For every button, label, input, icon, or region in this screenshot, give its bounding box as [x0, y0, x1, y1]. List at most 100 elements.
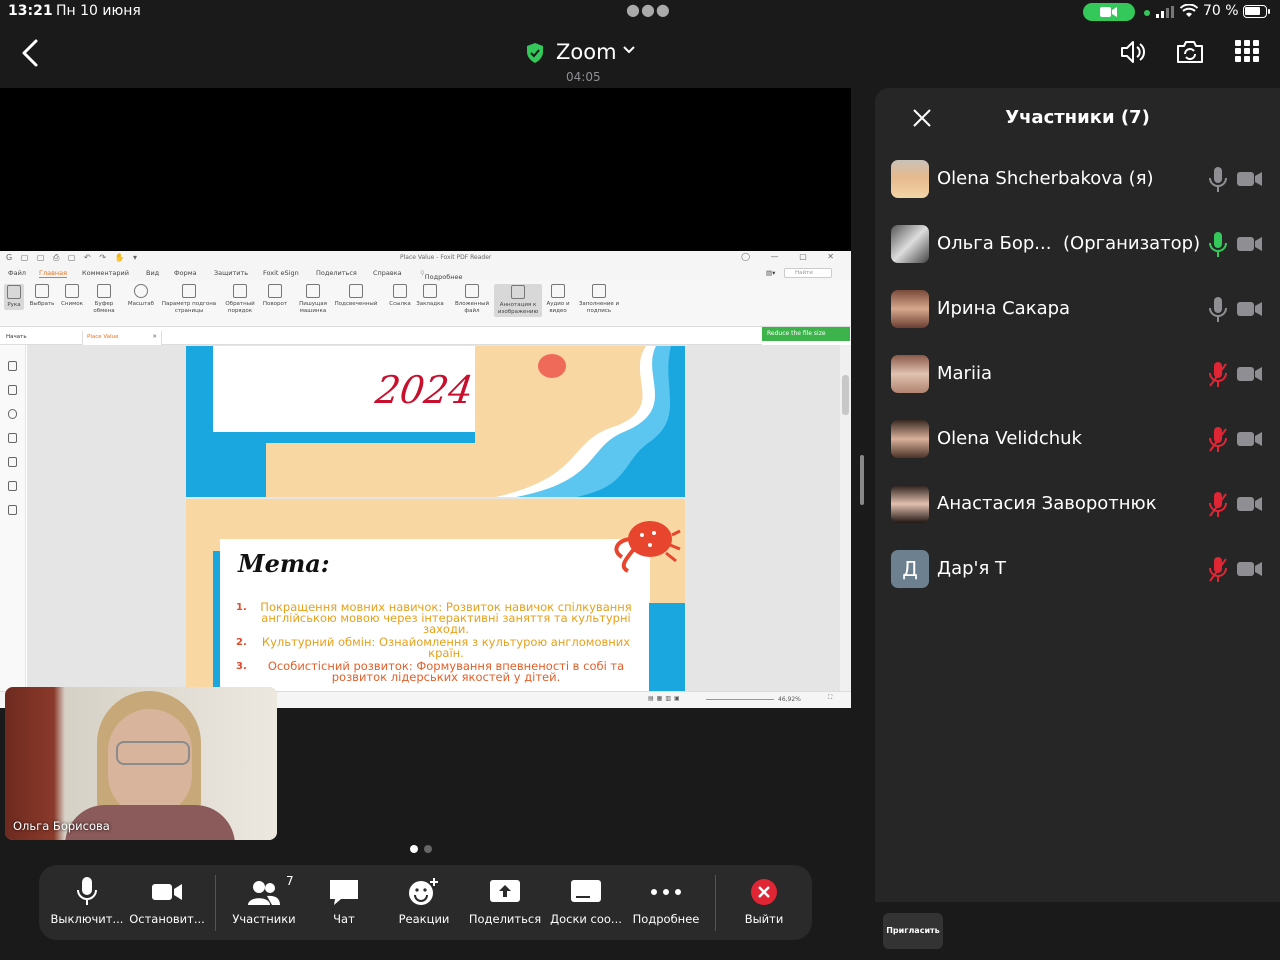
multitask-dots-icon[interactable]: ●●●	[626, 0, 671, 19]
participant-name: Анастасия Заворотнюк	[937, 493, 1157, 514]
snapshot-icon	[65, 284, 79, 298]
chat-button[interactable]: Чат	[304, 865, 384, 940]
ribbon-link-button[interactable]: Ссылка	[388, 284, 412, 308]
ribbon-label: Подсвеченный	[334, 301, 378, 307]
foxit-ribbon: Рука Выбрать Снимок Буфер обмена Масштаб…	[0, 281, 851, 327]
status-time: 13:21	[8, 3, 53, 19]
slide-right-bar	[649, 603, 685, 691]
reduce-file-size-button[interactable]: Reduce the file size	[762, 327, 850, 341]
layers-panel-icon[interactable]	[8, 433, 17, 443]
participant-name: Ирина Сакара	[937, 298, 1071, 319]
menu-protect[interactable]: Защитить	[214, 269, 248, 277]
camera-in-use-dot	[1144, 10, 1150, 16]
bookmark-icon	[423, 284, 437, 298]
ribbon-hand-button[interactable]: Рука	[4, 284, 24, 310]
window-controls: ◯ — ▢ ✕	[741, 252, 843, 261]
menu-home[interactable]: Главная	[39, 269, 68, 278]
wifi-icon	[1180, 4, 1198, 17]
ribbon-image-annot-button[interactable]: Аннотация к изображению	[494, 284, 542, 317]
back-chevron-icon[interactable]	[18, 38, 42, 68]
ribbon-snapshot-button[interactable]: Снимок	[58, 284, 86, 308]
avatar	[891, 225, 929, 263]
scroll-thumb[interactable]	[842, 375, 849, 415]
fullscreen-icon[interactable]: ⛶	[828, 694, 832, 702]
page-dot	[424, 845, 432, 853]
ribbon-zoom-button[interactable]: Масштаб	[126, 284, 156, 308]
camera-switch-icon[interactable]	[1175, 38, 1205, 66]
participant-row[interactable]: Анастасия Заворотнюк	[891, 485, 1271, 525]
more-dots-icon	[651, 889, 681, 895]
tab-place-value[interactable]: Place Value ✕	[82, 331, 162, 345]
app-name: Zoom	[556, 40, 617, 64]
ribbon-fit-page-button[interactable]: Параметр подгона страницы	[158, 284, 220, 315]
ribbon-fill-sign-button[interactable]: Заполнение и подпись	[578, 284, 620, 315]
microphone-muted-icon	[1209, 362, 1227, 387]
ribbon-rotate-button[interactable]: Поворот	[260, 284, 290, 308]
participant-row[interactable]: Olena Shcherbakova (я)	[891, 160, 1271, 200]
image-annotation-icon	[511, 285, 525, 299]
attachments-panel-icon[interactable]	[8, 457, 17, 467]
leave-button[interactable]: Выйти	[725, 865, 803, 940]
video-tile-name: Ольга Борисова	[13, 819, 110, 833]
menu-comment[interactable]: Комментарий	[82, 269, 129, 277]
whiteboards-button[interactable]: Доски соо...	[546, 865, 626, 940]
ribbon-label: Обратный порядок	[225, 301, 255, 314]
share-button[interactable]: Поделиться	[465, 865, 545, 940]
menu-esign[interactable]: Foxit eSign	[263, 269, 299, 277]
menu-form[interactable]: Форма	[174, 269, 197, 277]
menu-view[interactable]: Вид	[146, 269, 159, 277]
ribbon-select-button[interactable]: Выбрать	[28, 284, 56, 308]
ribbon-clipboard-button[interactable]: Буфер обмена	[88, 284, 120, 315]
menu-file[interactable]: Файл	[8, 269, 26, 277]
invite-button[interactable]: Пригласить	[883, 913, 943, 949]
avatar-initial: Д	[891, 550, 929, 588]
avatar	[891, 420, 929, 458]
ribbon-attach-button[interactable]: Вложенный файл	[452, 284, 492, 315]
bookmarks-panel-icon[interactable]	[8, 361, 17, 371]
participants-button[interactable]: 7 Участники	[224, 865, 304, 940]
ribbon-media-button[interactable]: Аудио и видео	[544, 284, 572, 315]
foxit-search-input[interactable]: Найти	[784, 268, 832, 278]
status-date: Пн 10 июня	[56, 3, 141, 19]
reactions-button[interactable]: Реакции	[384, 865, 464, 940]
tell-me-search[interactable]: ⚲ Подробнее	[420, 269, 462, 281]
mute-button[interactable]: Выключит...	[47, 865, 127, 940]
grid-icon[interactable]	[1235, 38, 1259, 64]
participant-row[interactable]: Д Дар'я Т	[891, 550, 1271, 590]
signatures-panel-icon[interactable]	[8, 505, 17, 515]
video-camera-icon	[1237, 237, 1262, 251]
ribbon-typewriter-button[interactable]: Пишущая машинка	[296, 284, 330, 315]
goals-heading: Мета:	[238, 549, 330, 578]
comments-panel-icon[interactable]	[8, 409, 17, 419]
menu-help[interactable]: Справка	[373, 269, 402, 277]
stop-video-button[interactable]: Остановит...	[127, 865, 207, 940]
close-icon[interactable]	[912, 108, 932, 128]
tell-me-label: Подробнее	[424, 273, 463, 281]
cellular-signal-icon	[1156, 6, 1174, 18]
security-panel-icon[interactable]	[8, 481, 17, 491]
zoom-slider[interactable]	[706, 699, 774, 700]
tab-close-icon[interactable]: ✕	[152, 334, 157, 340]
speaker-icon[interactable]	[1119, 38, 1147, 66]
ribbon-bookmark-button[interactable]: Закладка	[414, 284, 446, 308]
participant-row[interactable]: Olena Velidchuk	[891, 420, 1271, 460]
participant-row[interactable]: Ольга Бор... (Организатор)	[891, 225, 1271, 265]
pages-panel-icon[interactable]	[8, 385, 17, 395]
view-mode-icon[interactable]: ▤▾	[766, 269, 775, 277]
wave-decoration	[496, 346, 685, 497]
fill-sign-icon	[592, 284, 606, 298]
ribbon-highlight-button[interactable]: Подсвеченный	[332, 284, 380, 308]
participant-row[interactable]: Mariia	[891, 355, 1271, 395]
vertical-scrollbar[interactable]	[840, 345, 851, 697]
panel-resize-handle[interactable]	[860, 455, 864, 505]
tab-start[interactable]: Начать	[6, 334, 27, 340]
slide-goals: Мета: 1. Покращення мовних навичок: Розви…	[186, 499, 685, 691]
shared-foxit-window[interactable]: G ▢ ▢ ⎙ ▢ ↶ ↷ ✋ ▾ Place Value - Foxit PD…	[0, 251, 851, 708]
page-indicator[interactable]	[410, 838, 438, 857]
more-button[interactable]: Подробнее	[626, 865, 706, 940]
self-video-tile[interactable]: Ольга Борисова	[5, 687, 277, 840]
menu-share[interactable]: Поделиться	[316, 269, 357, 277]
participant-row[interactable]: Ирина Сакара	[891, 290, 1271, 330]
page-layout-icons[interactable]: ▤▦▥▣	[648, 695, 683, 702]
ribbon-reverse-button[interactable]: Обратный порядок	[222, 284, 258, 315]
